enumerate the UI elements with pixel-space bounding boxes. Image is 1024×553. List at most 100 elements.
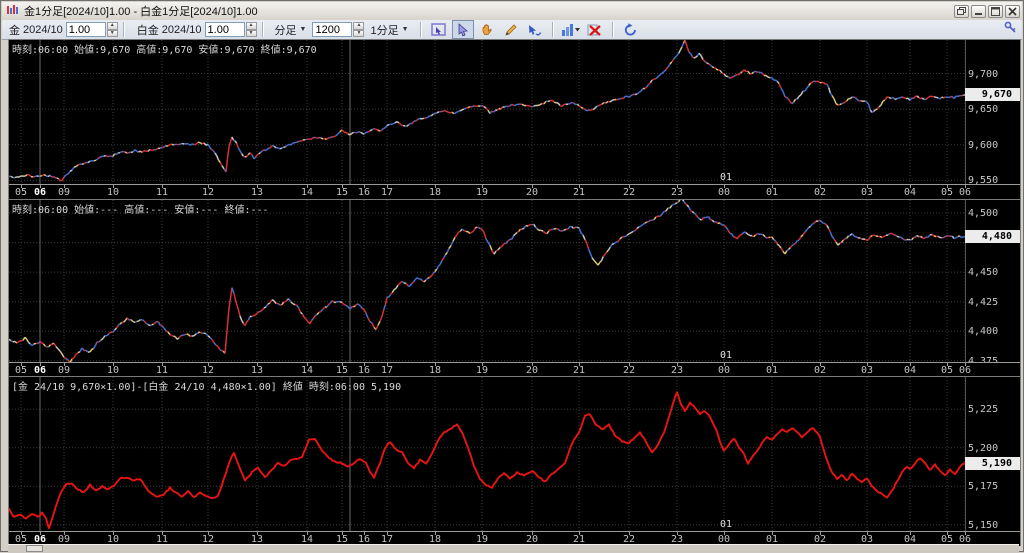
gold-ratio-spin-buttons[interactable]: ▲▼ — [107, 22, 118, 37]
gold-ratio-spinner[interactable]: ▲▼ — [66, 22, 118, 37]
bar-chart-icon[interactable] — [560, 20, 582, 39]
select-arrow-icon[interactable] — [452, 20, 474, 39]
time-tick-label: 13 — [251, 187, 263, 198]
time-tick-label: 14 — [301, 187, 313, 198]
spin-down-icon[interactable]: ▼ — [353, 30, 364, 38]
platinum-contract-month: 2024/10 — [162, 24, 202, 36]
window-title: 金1分足[2024/10]1.00 - 白金1分足[2024/10]1.00 — [24, 3, 954, 19]
time-axis: 0506091011121314151617181920212223000102… — [9, 362, 1020, 377]
time-tick-label: 06 — [34, 187, 46, 198]
bar-count-spinner[interactable]: ▲▼ — [312, 22, 364, 37]
spin-up-icon[interactable]: ▲ — [246, 22, 257, 30]
time-tick-label: 20 — [526, 187, 538, 198]
time-tick-label: 02 — [814, 187, 826, 198]
time-tick-label: 19 — [476, 187, 488, 198]
wrench-icon[interactable] — [1004, 21, 1017, 39]
plot-spread-gold-minus-platinum[interactable]: [金 24/10 9,670×1.00]-[白金 24/10 4,480×1.0… — [9, 377, 966, 531]
price-tick-label: 4,400 — [968, 326, 998, 337]
arrow-draw-icon[interactable] — [524, 20, 546, 39]
price-tick-label: 9,700 — [968, 69, 998, 80]
scrollbar-thumb[interactable] — [26, 545, 43, 552]
time-tick-label: 01 — [766, 187, 778, 198]
refresh-icon[interactable] — [620, 20, 642, 39]
chart-panel-platinum-1min: 時刻:06:00 始値:--- 高値:--- 安値:--- 終値:---014,… — [8, 199, 1021, 377]
time-tick-label: 04 — [904, 187, 916, 198]
time-tick-label: 06 — [959, 365, 971, 376]
time-tick-label: 05 — [941, 187, 953, 198]
time-tick-label: 06 — [959, 187, 971, 198]
toolbar-separator — [420, 22, 422, 37]
time-tick-label: 20 — [526, 365, 538, 376]
platinum-ratio-spin-buttons[interactable]: ▲▼ — [246, 22, 257, 37]
delete-chart-icon[interactable] — [584, 20, 606, 39]
chevron-down-icon: ▼ — [300, 26, 307, 33]
price-tick-label: 5,225 — [968, 404, 998, 415]
time-tick-label: 05 — [15, 365, 27, 376]
plot-platinum-1min[interactable]: 時刻:06:00 始値:--- 高値:--- 安値:--- 終値:---01 — [9, 200, 966, 362]
bar-type-label: 分足 — [275, 22, 297, 38]
chart-panel-spread-gold-minus-platinum: [金 24/10 9,670×1.00]-[白金 24/10 4,480×1.0… — [8, 376, 1021, 546]
pencil-icon[interactable] — [500, 20, 522, 39]
time-tick-label: 01 — [766, 365, 778, 376]
minimize-button[interactable] — [971, 5, 986, 18]
chart-cursor-icon[interactable] — [428, 20, 450, 39]
time-tick-label: 15 — [336, 187, 348, 198]
time-tick-label: 16 — [358, 365, 370, 376]
time-tick-label: 22 — [623, 365, 635, 376]
plot-gold-1min[interactable]: 時刻:06:00 始値:9,670 高値:9,670 安値:9,670 終値:9… — [9, 40, 966, 184]
time-tick-label: 23 — [671, 365, 683, 376]
spin-up-icon[interactable]: ▲ — [353, 22, 364, 30]
price-tick-label: 5,150 — [968, 520, 998, 531]
time-tick-label: 21 — [573, 187, 585, 198]
price-tick-label: 4,450 — [968, 267, 998, 278]
price-tick-label: 9,650 — [968, 104, 998, 115]
time-tick-label: 14 — [301, 365, 313, 376]
time-tick-label: 10 — [107, 365, 119, 376]
time-tick-label: 05 — [15, 187, 27, 198]
platinum-ratio-input[interactable] — [205, 22, 245, 37]
bar-count-spin-buttons[interactable]: ▲▼ — [353, 22, 364, 37]
time-tick-label: 21 — [573, 365, 585, 376]
toolbar: 金 2024/10 ▲▼ 白金 2024/10 ▲▼ 分足 ▼ ▲▼ 1分足 ▼ — [2, 20, 1022, 40]
spin-down-icon[interactable]: ▼ — [107, 30, 118, 38]
time-tick-label: 17 — [381, 187, 393, 198]
price-tick-label: 9,600 — [968, 140, 998, 151]
time-tick-label: 03 — [861, 187, 873, 198]
bar-count-input[interactable] — [312, 22, 352, 37]
gold-ratio-input[interactable] — [66, 22, 106, 37]
maximize-button[interactable] — [988, 5, 1003, 18]
price-tick-label: 4,425 — [968, 297, 998, 308]
time-tick-label: 11 — [156, 365, 168, 376]
chevron-down-icon: ▼ — [402, 26, 409, 33]
time-tick-label: 18 — [429, 187, 441, 198]
spin-up-icon[interactable]: ▲ — [107, 22, 118, 30]
toolbar-separator — [262, 22, 264, 37]
time-tick-label: 02 — [814, 365, 826, 376]
time-axis: 0506091011121314151617181920212223000102… — [9, 184, 1020, 199]
time-tick-label: 00 — [718, 365, 730, 376]
time-tick-label: 22 — [623, 187, 635, 198]
toolbar-separator — [612, 22, 614, 37]
bar-type-dropdown[interactable]: 分足 ▼ — [272, 21, 310, 39]
time-tick-label: 12 — [202, 187, 214, 198]
float-window-button[interactable] — [954, 5, 969, 18]
interval-label: 1分足 — [370, 22, 398, 38]
close-button[interactable] — [1005, 5, 1020, 18]
date-label: 01 — [720, 172, 732, 183]
toolbar-separator — [552, 22, 554, 37]
platinum-ratio-spinner[interactable]: ▲▼ — [205, 22, 257, 37]
hand-icon[interactable] — [476, 20, 498, 39]
interval-dropdown[interactable]: 1分足 ▼ — [367, 21, 411, 39]
time-tick-label: 15 — [336, 365, 348, 376]
chart-panel-gold-1min: 時刻:06:00 始値:9,670 高値:9,670 安値:9,670 終値:9… — [8, 39, 1021, 199]
current-price-tag-spread-gold-minus-platinum: 5,190 — [965, 457, 1020, 470]
price-tick-label: 5,175 — [968, 481, 998, 492]
time-tick-label: 18 — [429, 365, 441, 376]
ohlc-info-spread-gold-minus-platinum: [金 24/10 9,670×1.00]-[白金 24/10 4,480×1.0… — [12, 378, 401, 393]
spin-down-icon[interactable]: ▼ — [246, 30, 257, 38]
time-tick-label: 16 — [358, 187, 370, 198]
time-tick-label: 09 — [58, 365, 70, 376]
time-tick-label: 10 — [107, 187, 119, 198]
time-tick-label: 13 — [251, 365, 263, 376]
platinum-label: 白金 — [137, 22, 159, 38]
